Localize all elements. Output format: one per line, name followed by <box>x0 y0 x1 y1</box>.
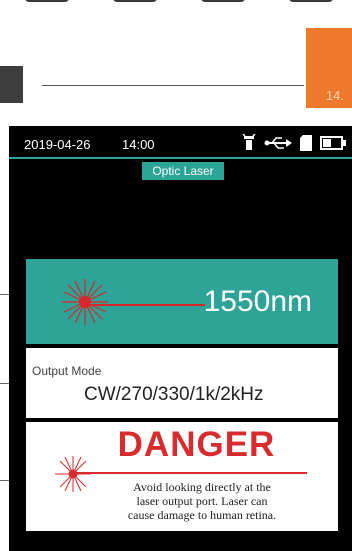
laser-burst-icon <box>55 456 91 492</box>
usb-icon <box>264 137 292 149</box>
danger-warning-card: DANGER Avoid looking directly at the las… <box>26 422 338 531</box>
top-key-2 <box>113 0 157 2</box>
status-date: 2019-04-26 <box>24 137 91 152</box>
top-key-1 <box>25 0 69 2</box>
wavelength-value: 1550nm <box>203 285 312 318</box>
status-bar: 2019-04-26 14:00 <box>9 126 352 160</box>
danger-title: DANGER <box>117 425 276 464</box>
output-mode-card[interactable]: Output Mode CW/270/330/1k/2kHz <box>26 348 338 418</box>
sd-card-icon <box>300 135 312 151</box>
battery-icon <box>320 136 346 150</box>
top-key-4 <box>289 0 333 2</box>
flashlight-icon <box>242 134 256 150</box>
output-mode-value: CW/270/330/1k/2kHz <box>84 384 264 405</box>
danger-line-2: laser output port. Laser can <box>136 494 268 508</box>
device-screen: 2019-04-26 14:00 Optic Laser 1550nm Outp… <box>9 126 352 551</box>
header-rule <box>42 85 304 86</box>
status-divider <box>9 157 352 159</box>
status-time: 14:00 <box>122 137 155 152</box>
danger-line-1: Avoid looking directly at the <box>133 480 271 494</box>
wavelength-card[interactable]: 1550nm <box>26 259 338 344</box>
status-icons <box>242 134 346 152</box>
laser-beam <box>87 304 205 306</box>
danger-beam <box>76 472 307 474</box>
screen-title: Optic Laser <box>142 162 224 180</box>
output-mode-label: Output Mode <box>32 364 102 378</box>
page-number: 14. <box>325 88 344 103</box>
laser-burst-icon <box>62 279 108 325</box>
section-side-tab <box>0 66 23 103</box>
danger-message: Avoid looking directly at the laser outp… <box>96 480 308 522</box>
top-key-3 <box>201 0 245 2</box>
danger-line-3: cause damage to human retina. <box>127 508 277 522</box>
